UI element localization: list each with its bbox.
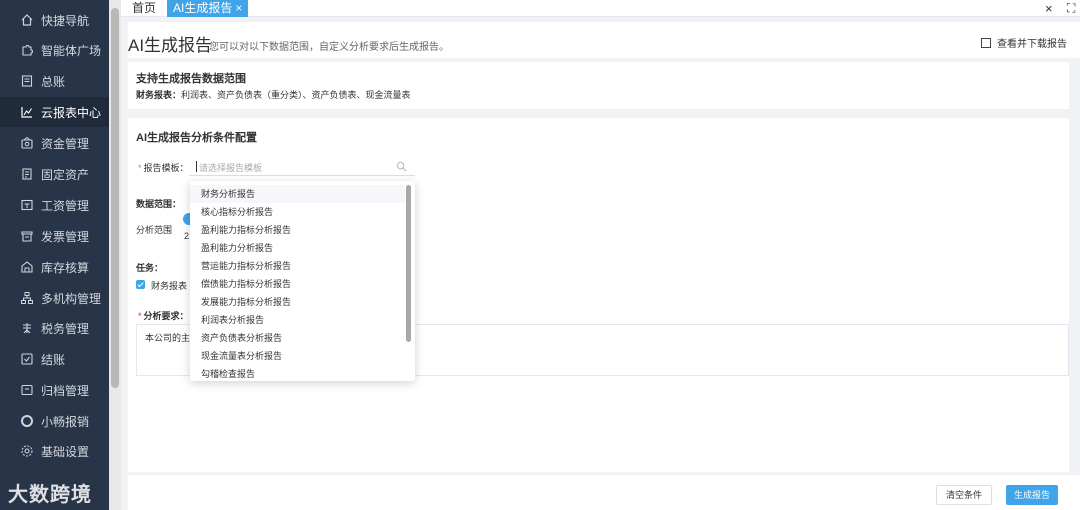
money-icon [20,136,34,150]
sidebar-item-invoice[interactable]: 发票管理 [0,221,109,251]
sidebar-item-label: 结账 [41,352,66,367]
sidebar-item-fixed-assets[interactable]: 固定资产 [0,159,109,189]
requirement-label: * 分析要求： [138,311,189,321]
tab-ai-report[interactable]: AI生成报告 × [167,0,249,17]
home-icon [20,13,34,27]
analysis-range-marker[interactable] [183,213,190,225]
sidebar-item-salary[interactable]: 工资管理 [0,190,109,220]
sidebar-item-checkout[interactable]: 结账 [0,344,109,374]
download-report-button[interactable]: 查看并下载报告 [981,35,1067,50]
salary-icon [20,198,34,212]
dropdown-scrollbar[interactable] [406,185,411,342]
chart-icon [20,105,34,119]
template-dropdown: 财务分析报告 核心指标分析报告 盈利能力指标分析报告 盈利能力分析报告 营运能力… [190,181,415,381]
fullscreen-icon[interactable]: ⛶ [1067,1,1075,16]
task-checkbox-label: 财务报表 [151,281,188,291]
page-title: AI生成报告 [128,36,213,55]
sidebar-item-label: 归档管理 [41,383,90,398]
sidebar-item-agent-square[interactable]: 智能体广场 [0,35,109,65]
scope-title: 支持生成报告数据范围 [136,73,246,85]
sidebar-item-ledger[interactable]: 总账 [0,66,109,96]
tax-icon [20,321,34,335]
sidebar-item-inventory[interactable]: 库存核算 [0,252,109,282]
org-icon [20,291,34,305]
sidebar: 快捷导航 智能体广场 总账 云报表中心 资金管理 固定资产 工资管理 发票管理 … [0,0,109,510]
requirement-text: 本公司的主 [145,333,191,343]
page-header: AI生成报告 您可以对以下数据范围，自定义分析要求后生成报告。 查看并下载报告 [128,22,1080,58]
scope-line: 财务报表：利润表、资产负债表（重分类）、资产负债表、现金流量表 [136,90,411,100]
sidebar-item-label: 工资管理 [41,198,90,213]
task-label: 任务： [136,263,164,273]
close-icon[interactable]: × [1045,1,1053,16]
analysis-range-label: 分析范围 [136,225,173,235]
dropdown-option[interactable]: 勾稽检查报告 [190,365,405,381]
sidebar-scrollbar-thumb[interactable] [111,8,119,388]
tab-close-icon[interactable]: × [235,1,242,15]
sidebar-item-label: 资金管理 [41,136,90,151]
clear-button[interactable]: 清空条件 [936,485,992,505]
sidebar-item-label: 基础设置 [41,444,90,459]
sidebar-item-multi-org[interactable]: 多机构管理 [0,283,109,313]
warehouse-icon [20,260,34,274]
dropdown-option[interactable]: 利润表分析报告 [190,311,405,329]
data-range-label: 数据范围： [136,199,182,209]
dropdown-option[interactable]: 现金流量表分析报告 [190,347,405,365]
template-select[interactable]: 请选择报告模板 [189,158,415,176]
dropdown-option[interactable]: 发展能力指标分析报告 [190,293,405,311]
sidebar-item-funds[interactable]: 资金管理 [0,128,109,158]
dropdown-option[interactable]: 核心指标分析报告 [190,203,405,221]
sidebar-item-label: 库存核算 [41,260,90,275]
dropdown-option[interactable]: 资产负债表分析报告 [190,329,405,347]
watermark-logo: 大数跨境 [8,484,92,506]
checkout-icon [20,352,34,366]
sidebar-item-label: 快捷导航 [41,13,90,28]
sidebar-scrollbar[interactable] [109,0,121,510]
settings-icon [20,444,34,458]
archive-icon [20,383,34,397]
sidebar-item-settings[interactable]: 基础设置 [0,436,109,466]
sidebar-item-quick-nav[interactable]: 快捷导航 [0,5,109,35]
sidebar-item-label: 云报表中心 [41,105,102,120]
task-checkbox[interactable] [136,280,145,289]
template-label: * 报告模板： [138,163,189,173]
tab-bar: 首页 AI生成报告 × × ⛶ [121,0,1080,17]
sidebar-item-report-center[interactable]: 云报表中心 [0,97,109,127]
data-scope-card: 支持生成报告数据范围 财务报表：利润表、资产负债表（重分类）、资产负债表、现金流… [128,62,1069,109]
generate-button[interactable]: 生成报告 [1006,485,1058,505]
sidebar-item-archive[interactable]: 归档管理 [0,375,109,405]
page-subtitle: 您可以对以下数据范围，自定义分析要求后生成报告。 [209,42,449,53]
sidebar-item-tax[interactable]: 税务管理 [0,313,109,343]
dropdown-option[interactable]: 盈利能力指标分析报告 [190,221,405,239]
analysis-range-value: 2 [184,231,190,241]
config-title: AI生成报告分析条件配置 [136,132,257,144]
puzzle-icon [20,43,34,57]
sidebar-item-label: 固定资产 [41,167,90,182]
reimburse-icon [20,414,34,428]
tab-home[interactable]: 首页 [126,0,162,17]
search-icon [396,161,407,172]
footer-bar: 清空条件 生成报告 [128,475,1080,510]
sidebar-item-label: 多机构管理 [41,291,102,306]
dropdown-option[interactable]: 财务分析报告 [190,185,405,203]
sidebar-item-label: 税务管理 [41,321,90,336]
asset-icon [20,167,34,181]
template-placeholder: 请选择报告模板 [199,163,263,173]
sidebar-item-label: 发票管理 [41,229,90,244]
sidebar-item-label: 小畅报销 [41,414,90,429]
download-icon [981,37,991,48]
sidebar-item-reimburse[interactable]: 小畅报销 [0,406,109,436]
dropdown-option[interactable]: 营运能力指标分析报告 [190,257,405,275]
sidebar-item-label: 总账 [41,74,66,89]
dropdown-option[interactable]: 偿债能力指标分析报告 [190,275,405,293]
invoice-icon [20,229,34,243]
dropdown-option[interactable]: 盈利能力分析报告 [190,239,405,257]
sidebar-item-label: 智能体广场 [41,43,102,58]
ledger-icon [20,74,34,88]
